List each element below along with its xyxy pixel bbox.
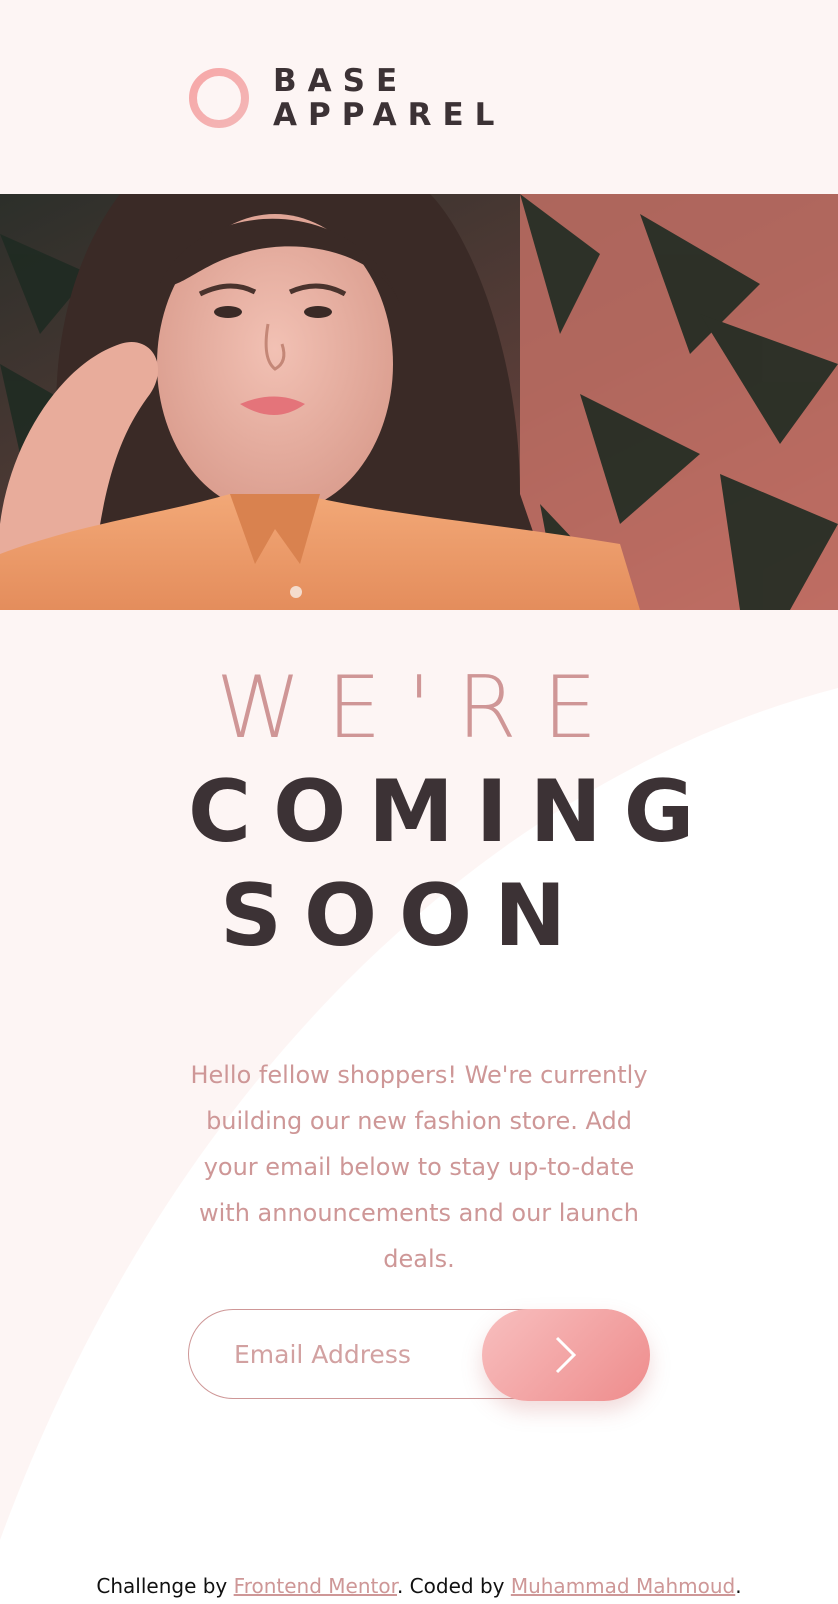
brand-name: BASE APPAREL [273, 64, 505, 132]
attribution-prefix: Challenge by [96, 1574, 234, 1598]
brand-line-2: APPAREL [273, 97, 506, 133]
headline-coming: COMING [188, 762, 717, 862]
signup-form [188, 1309, 650, 1401]
headline-were: WE'RE [216, 658, 624, 758]
headline-soon: SOON [220, 866, 589, 966]
ring-logo-icon [188, 67, 250, 129]
attribution-suffix: . [735, 1574, 742, 1598]
attribution: Challenge by Frontend Mentor. Coded by M… [0, 1574, 838, 1598]
site-header: BASE APPAREL [0, 0, 838, 194]
attribution-middle: . Coded by [396, 1574, 511, 1598]
submit-button[interactable] [482, 1309, 650, 1401]
author-link[interactable]: Muhammad Mahmoud [511, 1574, 735, 1598]
intro-text: Hello fellow shoppers! We're currently b… [190, 1061, 648, 1273]
chevron-right-icon [554, 1335, 578, 1375]
hero-image [0, 194, 838, 610]
brand-line-1: BASE [273, 63, 409, 99]
frontend-mentor-link[interactable]: Frontend Mentor [234, 1574, 397, 1598]
logo[interactable]: BASE APPAREL [188, 64, 505, 132]
